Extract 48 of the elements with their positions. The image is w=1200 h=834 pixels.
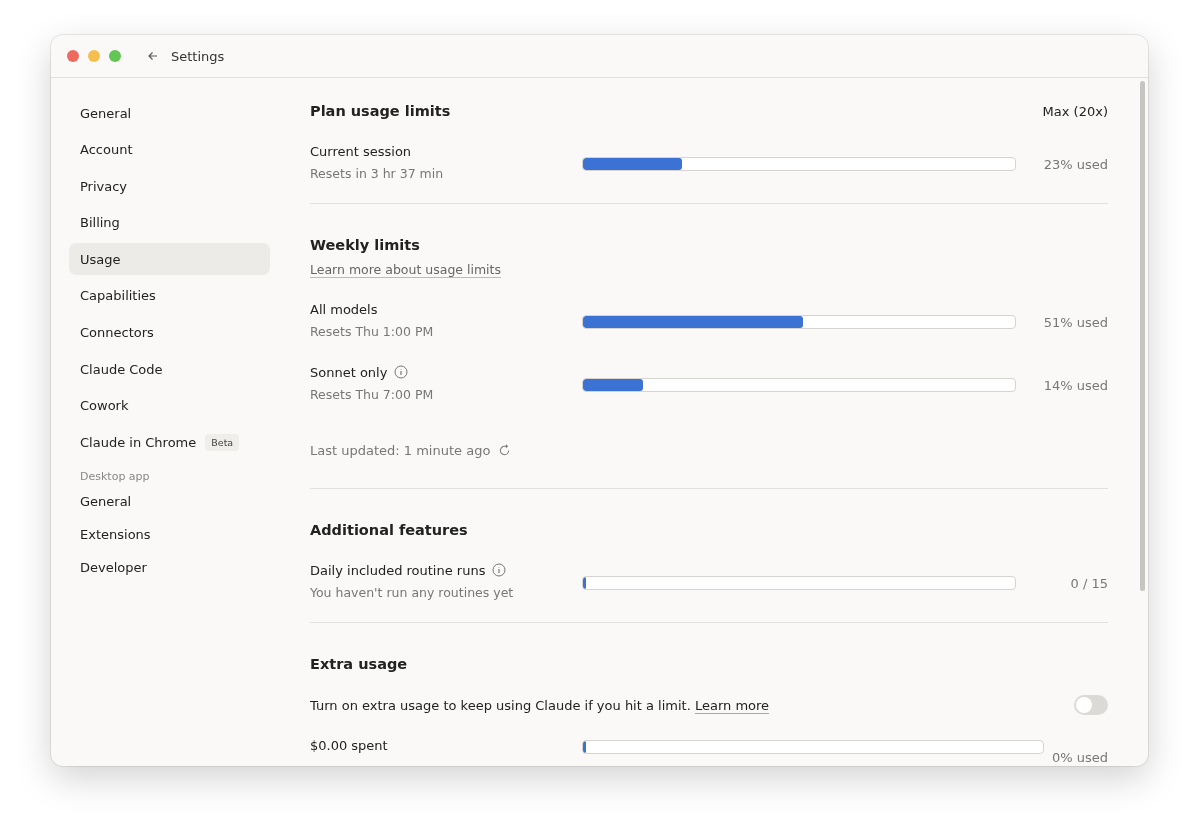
usage-reading: 0 / 15 [1070,575,1108,591]
limit-label: $0.00 spent [310,737,388,753]
sidebar-item[interactable]: Account [69,133,270,166]
reset-time: Resets Thu 7:00 PM [310,386,435,402]
section-title: Additional features [310,522,468,538]
toggle-switch[interactable] [1074,695,1108,715]
sidebar-item[interactable]: Extensions [69,520,270,550]
limit-label: Sonnet only [310,364,388,380]
last-updated: Last updated: 1 minute ago [310,443,491,458]
back-arrow-icon[interactable] [147,50,159,62]
reset-time: Resets in 3 hr 37 min [310,165,445,181]
learn-more-link[interactable]: Learn more about usage limits [310,262,501,277]
info-icon[interactable] [492,563,507,577]
window-title: Settings [171,48,225,64]
plan-label: Max (20x) [1042,103,1108,119]
usage-reading: 23% used [1043,156,1108,172]
reset-time: You haven't run any routines yet [310,584,515,600]
section-title: Weekly limits [310,237,420,253]
learn-more-link[interactable]: Learn more [694,697,770,713]
minimize-button[interactable] [88,50,100,62]
info-icon[interactable] [394,365,409,379]
section-title: Plan usage limits [310,103,451,119]
refresh-icon[interactable] [498,444,512,457]
sidebar-item[interactable]: Privacy [69,170,270,203]
extra-usage-text: Turn on extra usage to keep using Claude if you hit a limit. Learn more [310,697,770,713]
section-heading: Desktop app [79,470,151,484]
sidebar-item[interactable]: Cowork [69,389,270,422]
sidebar-item[interactable]: General [69,487,270,517]
sidebar-item[interactable]: Claude in Chrome Beta [69,426,270,459]
reset-time: Resets Thu 1:00 PM [310,323,435,339]
sidebar-item[interactable]: Developer [69,553,270,583]
limit-label: All models [310,301,378,317]
limit-label: Current session [310,143,412,159]
limit-label: Daily included routine runs [310,562,486,578]
sidebar-item[interactable]: Connectors [69,316,270,349]
sidebar-item[interactable]: Billing [69,206,270,239]
sidebar-item[interactable]: Usage [69,243,270,276]
scrollbar[interactable] [1140,81,1145,591]
sidebar-item[interactable]: General [69,97,270,129]
sidebar-item[interactable]: Capabilities [69,279,270,312]
section-title: Extra usage [310,656,408,672]
usage-reading: 51% used [1043,314,1108,330]
close-button[interactable] [67,50,79,62]
sidebar-item[interactable]: Claude Code [69,353,270,386]
beta-badge: Beta [205,433,240,451]
zoom-button[interactable] [109,50,121,62]
usage-reading: 0% used [1051,749,1108,765]
usage-reading: 14% used [1043,377,1108,393]
